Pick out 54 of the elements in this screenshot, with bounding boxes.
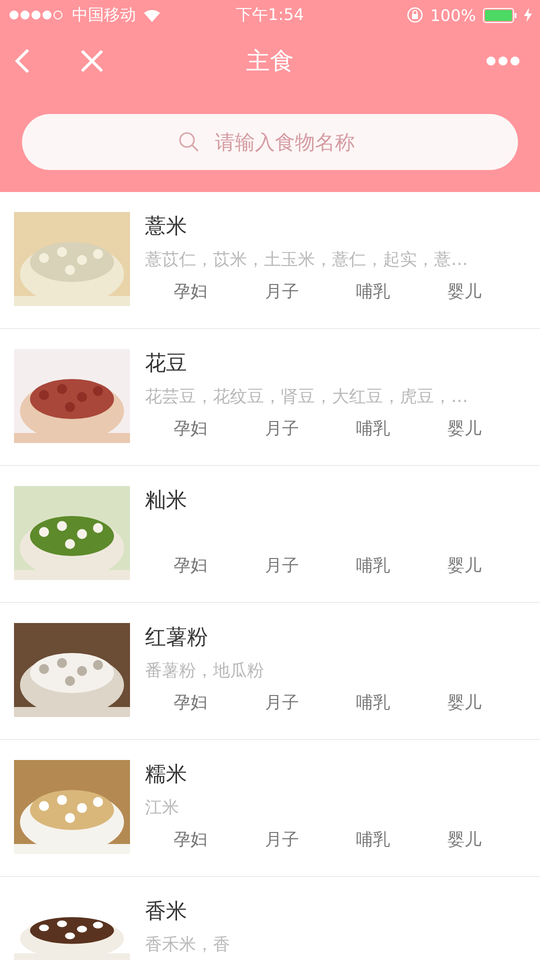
food-item[interactable]: 薏米 薏苡仁，苡米，土玉米，薏仁，起实，薏… 孕妇 月子 哺乳 婴儿 — [0, 192, 540, 329]
suitability-tag: 月子 — [264, 554, 299, 578]
suitability-tag: 婴儿 — [447, 280, 482, 304]
suitability-tag: 孕妇 — [174, 554, 208, 578]
suitability-tag: 哺乳 — [356, 417, 390, 441]
food-item[interactable]: 糯米 江米 孕妇 月子 哺乳 婴儿 — [0, 740, 540, 877]
search-icon — [178, 131, 200, 153]
food-aliases: 花芸豆，花纹豆，肾豆，大红豆，虎豆，… — [145, 386, 469, 409]
status-time: 下午1:54 — [236, 4, 304, 26]
food-aliases: 香禾米，香 — [145, 934, 231, 957]
rotation-lock-icon — [407, 7, 424, 23]
suitability-tag: 哺乳 — [356, 691, 390, 715]
food-name: 籼米 — [145, 487, 188, 514]
food-name: 红薯粉 — [145, 624, 209, 651]
wifi-icon — [143, 8, 161, 22]
suitability-tag: 月子 — [264, 828, 299, 852]
suitability-tag: 月子 — [264, 691, 299, 715]
suitability-tag: 孕妇 — [174, 691, 208, 715]
suitability-tag: 哺乳 — [356, 554, 390, 578]
suitability-tag: 孕妇 — [174, 280, 208, 304]
signal-icon — [9, 10, 65, 20]
food-aliases: 番薯粉，地瓜粉 — [145, 660, 265, 683]
food-item[interactable]: 花豆 花芸豆，花纹豆，肾豆，大红豆，虎豆，… 孕妇 月子 哺乳 婴儿 — [0, 329, 540, 466]
food-item[interactable]: 籼米 孕妇 月子 哺乳 婴儿 — [0, 466, 540, 603]
carrier-name: 中国移动 — [72, 4, 136, 26]
search-field[interactable]: 请输入食物名称 — [22, 114, 518, 170]
suitability-tag: 婴儿 — [447, 417, 482, 441]
food-name: 花豆 — [145, 350, 188, 377]
more-button[interactable] — [486, 56, 520, 66]
food-name: 香米 — [145, 898, 188, 925]
suitability-tag: 哺乳 — [356, 280, 390, 304]
close-button[interactable] — [80, 49, 104, 73]
charging-icon — [524, 8, 532, 22]
more-icon — [486, 56, 520, 66]
suitability-tag: 哺乳 — [356, 828, 390, 852]
suitability-tag: 孕妇 — [174, 417, 208, 441]
suitability-tag: 月子 — [264, 417, 299, 441]
food-aliases: 江米 — [145, 797, 180, 820]
suitability-tag: 婴儿 — [447, 691, 482, 715]
page-title: 主食 — [246, 46, 294, 77]
back-button[interactable] — [14, 48, 30, 74]
food-name: 薏米 — [145, 213, 188, 240]
food-item[interactable]: 香米 香禾米，香 — [0, 877, 540, 960]
suitability-tag: 孕妇 — [174, 828, 208, 852]
food-name: 糯米 — [145, 761, 188, 788]
battery-icon — [483, 8, 517, 22]
suitability-tag: 婴儿 — [447, 554, 482, 578]
suitability-tag: 月子 — [264, 280, 299, 304]
suitability-tag: 婴儿 — [447, 828, 482, 852]
back-icon — [14, 48, 30, 74]
food-item[interactable]: 红薯粉 番薯粉，地瓜粉 孕妇 月子 哺乳 婴儿 — [0, 603, 540, 740]
battery-percent: 100% — [430, 6, 476, 24]
close-icon — [80, 49, 104, 73]
food-aliases: 薏苡仁，苡米，土玉米，薏仁，起实，薏… — [145, 249, 469, 272]
